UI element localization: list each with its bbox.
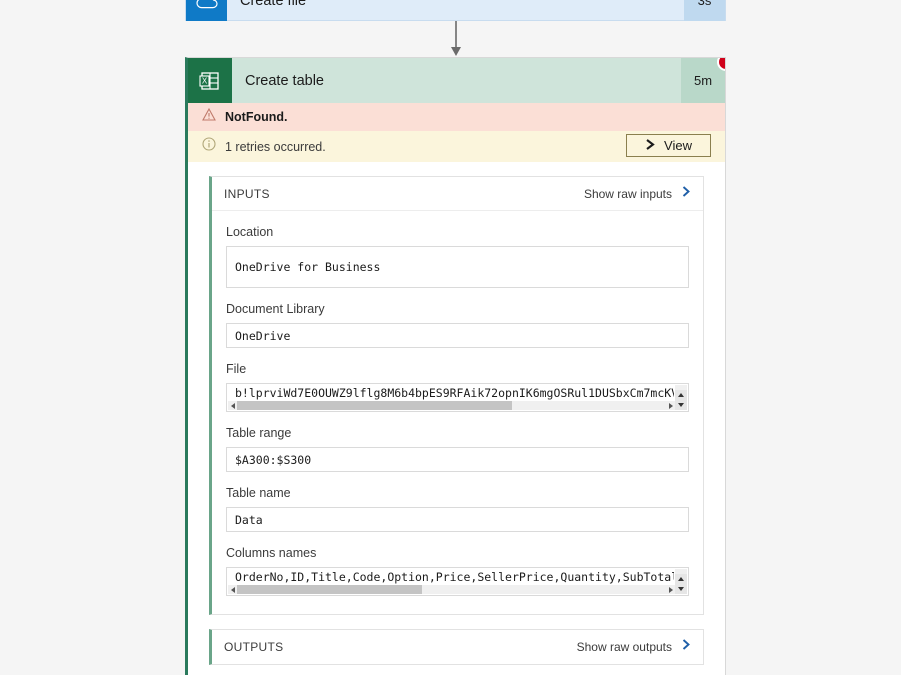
field-table-name: Table name Data bbox=[226, 486, 689, 532]
scroll-down-arrow-icon[interactable] bbox=[675, 400, 687, 410]
field-value-columns-names: OrderNo,ID,Title,Code,Option,Price,Selle… bbox=[235, 570, 674, 584]
scroll-right-arrow-icon[interactable] bbox=[666, 585, 675, 594]
field-value-table-range: $A300:$S300 bbox=[235, 452, 312, 467]
field-columns-names: Columns names OrderNo,ID,Title,Code,Opti… bbox=[226, 546, 689, 596]
columns-horizontal-scrollbar[interactable] bbox=[228, 585, 675, 594]
inputs-field-list: Location OneDrive for Business Document … bbox=[212, 211, 703, 614]
inputs-section: INPUTS Show raw inputs Location OneDrive… bbox=[209, 176, 704, 615]
warning-triangle-icon bbox=[202, 107, 216, 126]
inputs-section-header[interactable]: INPUTS Show raw inputs bbox=[212, 177, 703, 211]
field-label-document-library: Document Library bbox=[226, 302, 325, 316]
chevron-right-icon[interactable] bbox=[681, 185, 692, 203]
field-label-file: File bbox=[226, 362, 247, 376]
outputs-section: OUTPUTS Show raw outputs bbox=[209, 629, 704, 665]
info-circle-icon bbox=[202, 137, 216, 156]
columns-vertical-scrollbar[interactable] bbox=[675, 569, 687, 594]
field-input-location[interactable]: OneDrive for Business bbox=[226, 246, 689, 288]
field-input-columns-names[interactable]: OrderNo,ID,Title,Code,Option,Price,Selle… bbox=[226, 567, 689, 596]
field-value-file: b!lprviWd7E0OUWZ9lflg8M6b4bpES9RFAik72op… bbox=[235, 386, 674, 400]
field-input-table-range[interactable]: $A300:$S300 bbox=[226, 447, 689, 472]
field-location: Location OneDrive for Business bbox=[226, 225, 689, 288]
field-input-table-name[interactable]: Data bbox=[226, 507, 689, 532]
onedrive-cloud-icon bbox=[186, 0, 227, 21]
retries-message: 1 retries occurred. bbox=[225, 139, 326, 154]
action-title-create-table: Create table bbox=[245, 72, 324, 89]
outputs-section-title: OUTPUTS bbox=[224, 640, 284, 654]
view-button-label: View bbox=[664, 138, 692, 153]
field-table-range: Table range $A300:$S300 bbox=[226, 426, 689, 472]
flow-connector-arrow bbox=[449, 21, 463, 57]
action-header-create-table[interactable]: X Create table 5m ! bbox=[188, 58, 725, 103]
field-input-file[interactable]: b!lprviWd7E0OUWZ9lflg8M6b4bpES9RFAik72op… bbox=[226, 383, 689, 412]
chevron-right-icon bbox=[645, 138, 656, 154]
excel-icon: X bbox=[188, 58, 232, 103]
inputs-section-title: INPUTS bbox=[224, 186, 270, 201]
field-label-columns-names: Columns names bbox=[226, 546, 317, 560]
field-value-location: OneDrive for Business bbox=[235, 260, 381, 274]
scroll-down-arrow-icon[interactable] bbox=[675, 584, 687, 594]
field-input-document-library[interactable]: OneDrive bbox=[226, 323, 689, 348]
view-retries-button[interactable]: View bbox=[626, 134, 711, 157]
action-duration-create-file: 3s bbox=[684, 0, 725, 21]
error-message: NotFound. bbox=[225, 110, 288, 124]
scrollbar-thumb[interactable] bbox=[237, 585, 422, 594]
scroll-up-arrow-icon[interactable] bbox=[675, 574, 687, 584]
scroll-left-arrow-icon[interactable] bbox=[228, 401, 237, 410]
scrollbar-thumb[interactable] bbox=[237, 401, 512, 410]
error-banner: NotFound. bbox=[188, 103, 725, 131]
retries-banner: 1 retries occurred. View bbox=[188, 131, 725, 162]
scroll-left-arrow-icon[interactable] bbox=[228, 585, 237, 594]
field-file: File b!lprviWd7E0OUWZ9lflg8M6b4bpES9RFAi… bbox=[226, 362, 689, 412]
scroll-up-arrow-icon[interactable] bbox=[675, 390, 687, 400]
action-card-create-table: X Create table 5m ! NotFound. bbox=[185, 57, 726, 675]
field-value-table-name: Data bbox=[235, 512, 263, 527]
field-label-location: Location bbox=[226, 225, 274, 239]
field-label-table-range: Table range bbox=[226, 426, 292, 440]
svg-text:X: X bbox=[202, 76, 208, 85]
chevron-right-icon[interactable] bbox=[681, 638, 692, 656]
field-value-document-library: OneDrive bbox=[235, 328, 291, 343]
show-raw-inputs-link[interactable]: Show raw inputs bbox=[584, 187, 672, 201]
action-title-create-file: Create file bbox=[240, 0, 307, 9]
show-raw-outputs-link[interactable]: Show raw outputs bbox=[577, 640, 672, 654]
field-label-table-name: Table name bbox=[226, 486, 291, 500]
file-vertical-scrollbar[interactable] bbox=[675, 385, 687, 410]
action-card-create-file[interactable]: Create file 3s bbox=[185, 0, 726, 21]
flow-run-details-canvas: Create file 3s X Create table 5m NotFoun… bbox=[0, 0, 901, 675]
file-horizontal-scrollbar[interactable] bbox=[228, 401, 675, 410]
field-document-library: Document Library OneDrive bbox=[226, 302, 689, 348]
outputs-section-header[interactable]: OUTPUTS Show raw outputs bbox=[212, 630, 703, 664]
scroll-right-arrow-icon[interactable] bbox=[666, 401, 675, 410]
